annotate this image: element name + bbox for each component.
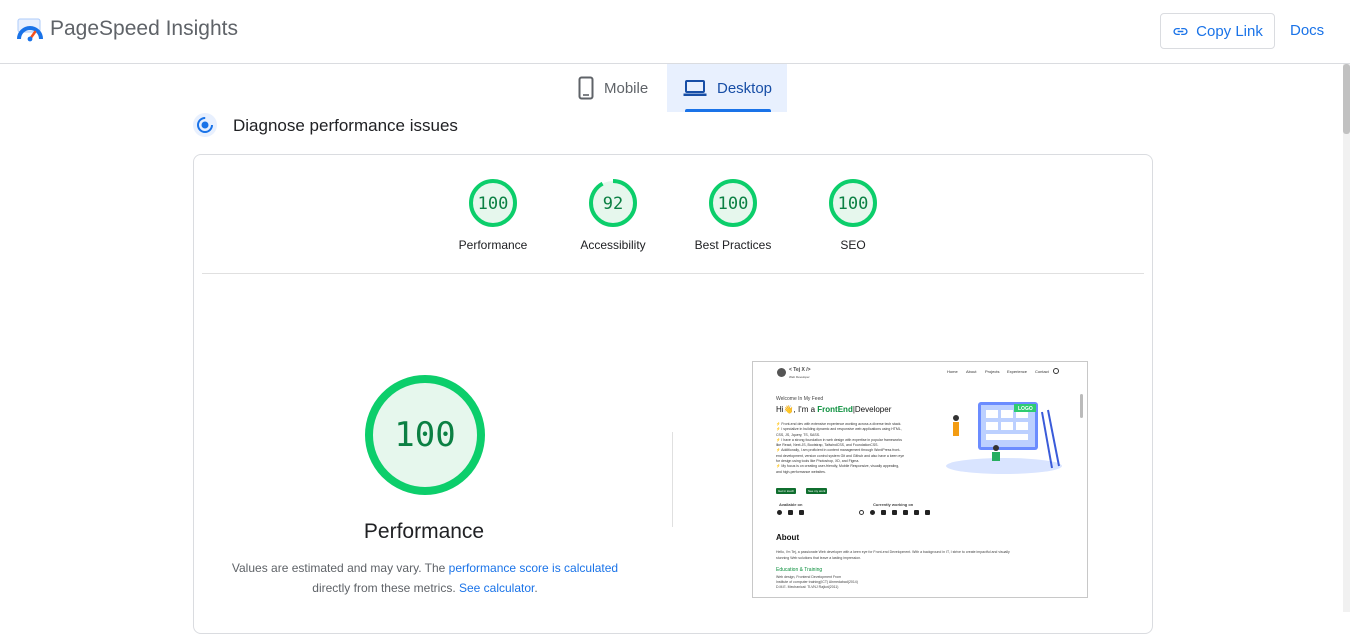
preview-available-on: Available on xyxy=(779,502,803,507)
score-label: SEO xyxy=(840,238,866,252)
preview-nav-home: Home xyxy=(947,369,958,374)
illustration-logo-text: LOGO xyxy=(1018,406,1033,412)
github-icon xyxy=(777,510,782,515)
card-divider xyxy=(202,273,1144,274)
preview-scrollbar xyxy=(1080,394,1083,418)
score-value: 100 xyxy=(838,194,869,214)
score-gauge: 100 xyxy=(709,179,757,227)
score-value: 92 xyxy=(603,194,623,214)
gauge-seo[interactable]: 100 SEO xyxy=(803,177,903,252)
score-gauge: 100 xyxy=(469,179,517,227)
vertical-divider xyxy=(672,432,673,527)
explanation-text: . xyxy=(534,581,538,595)
score-value: 100 xyxy=(718,194,749,214)
score-explanation: Values are estimated and may vary. The p… xyxy=(220,558,630,598)
performance-big-gauge: 100 xyxy=(365,375,485,495)
preview-nav-about: About xyxy=(966,369,977,374)
see-calculator-link[interactable]: See calculator xyxy=(459,581,534,595)
nextjs-icon xyxy=(870,510,875,515)
pagespeed-logo-icon[interactable] xyxy=(16,16,44,44)
docs-link[interactable]: Docs xyxy=(1290,22,1324,39)
laptop-icon xyxy=(683,80,707,96)
link-icon xyxy=(1173,27,1188,35)
shield-icon xyxy=(914,510,919,515)
about-line: Hello, I'm Tej, a passionate Web develop… xyxy=(776,550,1010,554)
section-title: Diagnose performance issues xyxy=(233,116,458,135)
tab-desktop[interactable]: Desktop xyxy=(667,64,787,112)
preview-education-title: Education & Training xyxy=(776,567,823,573)
performance-score-value: 100 xyxy=(394,415,455,455)
preview-welcome: Welcome In My Feed xyxy=(776,396,824,402)
phone-icon xyxy=(578,76,594,100)
preview-bullets: ⚡ Front-end dev with extensive experienc… xyxy=(776,422,936,475)
preview-education-line: D.M.E. Mechanical: TLVNJ Rajkot(2011) xyxy=(776,585,839,589)
score-gauge: 92 xyxy=(589,179,637,227)
score-label: Performance xyxy=(458,238,528,252)
diagnose-icon xyxy=(193,113,217,137)
score-label: Accessibility xyxy=(580,238,646,252)
preview-hero: Hi👋, I'm a FrontEnd|Developer xyxy=(776,405,891,414)
preview-currently-working: Currently working on xyxy=(873,502,914,507)
copy-link-button[interactable]: Copy Link xyxy=(1160,13,1275,49)
tool-icon xyxy=(892,510,897,515)
preview-nav-contact: Contact xyxy=(1035,369,1049,374)
x-icon xyxy=(799,510,804,515)
score-calculated-link[interactable]: performance score is calculated xyxy=(449,561,618,575)
preview-logo-sub: Web Developer xyxy=(789,375,810,379)
preview-nav-experience: Experience xyxy=(1007,369,1028,374)
app-title[interactable]: PageSpeed Insights xyxy=(50,17,238,41)
top-bar: PageSpeed Insights Copy Link Docs xyxy=(0,0,1350,64)
hero-suffix: |Developer xyxy=(852,405,892,414)
hero-highlight: FrontEnd xyxy=(817,405,853,414)
theme-toggle-icon xyxy=(1053,368,1059,374)
tab-desktop-label: Desktop xyxy=(717,79,773,97)
page-scrollbar[interactable] xyxy=(1343,64,1350,612)
preview-see-work-button: See my work xyxy=(806,488,828,494)
preview-about-text: Hello, I'm Tej, a passionate Web develop… xyxy=(776,549,1076,561)
active-tab-indicator xyxy=(685,109,771,112)
preview-get-in-touch-button: Get in touch xyxy=(776,488,797,494)
copy-link-label: Copy Link xyxy=(1196,22,1263,40)
tab-mobile-label: Mobile xyxy=(604,79,649,97)
score-label: Best Practices xyxy=(694,238,772,252)
final-screenshot-thumbnail[interactable]: < Tej X /> Web Developer Home About Proj… xyxy=(752,361,1088,598)
score-gauge: 100 xyxy=(829,179,877,227)
explanation-text: Values are estimated and may vary. The xyxy=(231,561,449,575)
preview-about-title: About xyxy=(776,533,800,542)
gauge-accessibility[interactable]: 92 Accessibility xyxy=(563,177,663,252)
gauge-performance[interactable]: 100 Performance xyxy=(443,177,543,252)
gauge-best-practices[interactable]: 100 Best Practices xyxy=(683,177,783,252)
hero-prefix: Hi👋, I'm a xyxy=(776,405,816,414)
react-icon xyxy=(859,510,864,515)
tool-icon xyxy=(903,510,908,515)
linkedin-icon xyxy=(788,510,793,515)
hero-illustration xyxy=(946,402,1062,474)
preview-bullet-line: and high-performance websites. xyxy=(776,469,826,474)
score-value: 100 xyxy=(478,194,509,214)
explanation-text: directly from these metrics. xyxy=(312,581,459,595)
performance-title: Performance xyxy=(363,520,485,543)
shield-icon xyxy=(925,510,930,515)
tool-icon xyxy=(881,510,886,515)
preview-logo: < Tej X /> xyxy=(789,367,811,373)
preview-nav-projects: Projects xyxy=(985,369,1000,374)
scrollbar-thumb[interactable] xyxy=(1343,64,1350,134)
tab-mobile[interactable]: Mobile xyxy=(570,64,667,112)
avatar xyxy=(777,368,786,377)
about-line: stunning Web solutions that leave a last… xyxy=(776,556,862,560)
